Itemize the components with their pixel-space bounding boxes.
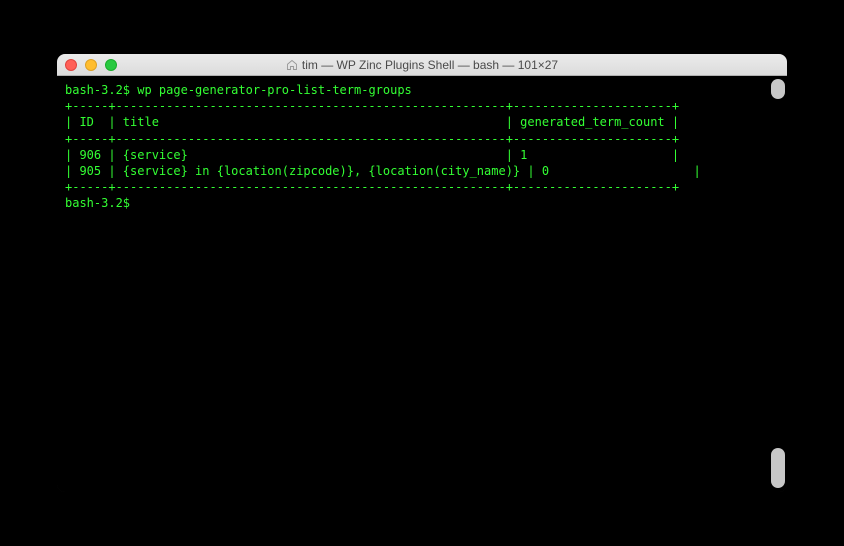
- terminal-line-command: bash-3.2$ wp page-generator-pro-list-ter…: [65, 82, 779, 98]
- window-titlebar[interactable]: tim — WP Zinc Plugins Shell — bash — 101…: [57, 54, 787, 76]
- window-title: tim — WP Zinc Plugins Shell — bash — 101…: [57, 58, 787, 72]
- table-divider: +-----+---------------------------------…: [65, 179, 779, 195]
- prompt: bash-3.2$: [65, 196, 137, 210]
- command-text: wp page-generator-pro-list-term-groups: [137, 83, 412, 97]
- table-divider: +-----+---------------------------------…: [65, 131, 779, 147]
- terminal-window: tim — WP Zinc Plugins Shell — bash — 101…: [57, 54, 787, 492]
- terminal-body[interactable]: bash-3.2$ wp page-generator-pro-list-ter…: [57, 76, 787, 492]
- home-icon: [286, 59, 298, 71]
- prompt: bash-3.2$: [65, 83, 137, 97]
- scrollbar-thumb[interactable]: [771, 448, 785, 488]
- table-divider: +-----+---------------------------------…: [65, 98, 779, 114]
- table-row: | 906 | {service} | 1 |: [65, 147, 779, 163]
- window-title-text: tim — WP Zinc Plugins Shell — bash — 101…: [302, 58, 558, 72]
- terminal-line-prompt: bash-3.2$: [65, 195, 779, 211]
- table-row: | 905 | {service} in {location(zipcode)}…: [65, 163, 779, 179]
- scrollbar-thumb[interactable]: [771, 79, 785, 99]
- table-header: | ID | title | generated_term_count |: [65, 114, 779, 130]
- traffic-lights: [65, 59, 117, 71]
- close-icon[interactable]: [65, 59, 77, 71]
- minimize-icon[interactable]: [85, 59, 97, 71]
- maximize-icon[interactable]: [105, 59, 117, 71]
